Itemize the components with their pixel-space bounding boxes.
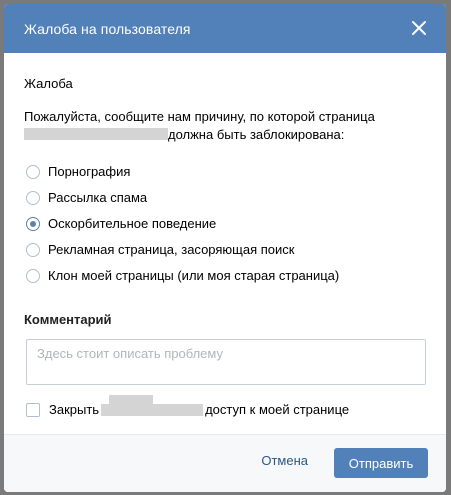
complaint-section-title: Жалоба	[24, 76, 73, 91]
radio-label: Клон моей страницы (или моя старая стран…	[48, 268, 340, 283]
close-button[interactable]	[410, 19, 428, 37]
dialog-footer: Отмена Отправить	[4, 434, 446, 492]
redacted-username	[24, 128, 168, 140]
radio-button[interactable]	[26, 164, 40, 179]
report-user-dialog: Жалоба на пользователя Жалоба Пожалуйста…	[4, 4, 446, 492]
close-access-checkbox-row[interactable]: Закрыть доступ к моей странице	[26, 394, 350, 417]
close-icon	[412, 21, 426, 35]
radio-option-advertising-page[interactable]: Рекламная страница, засоряющая поиск	[26, 242, 294, 257]
radio-button[interactable]	[26, 242, 40, 257]
radio-option-pornography[interactable]: Порнография	[26, 164, 130, 179]
cancel-button[interactable]: Отмена	[261, 453, 308, 468]
redacted-part	[101, 403, 204, 416]
close-access-checkbox[interactable]	[26, 402, 40, 417]
radio-button[interactable]	[26, 190, 40, 205]
close-access-label-before: Закрыть	[49, 402, 100, 417]
submit-button[interactable]: Отправить	[334, 448, 428, 478]
radio-option-spam[interactable]: Рассылка спама	[26, 190, 147, 205]
radio-button[interactable]	[26, 268, 40, 283]
radio-option-clone-page[interactable]: Клон моей страницы (или моя старая стран…	[26, 268, 339, 283]
radio-label: Оскорбительное поведение	[48, 216, 217, 231]
redacted-username-block	[101, 394, 204, 417]
comment-section-title: Комментарий	[24, 312, 112, 327]
comment-input[interactable]	[26, 339, 426, 385]
dialog-header: Жалоба на пользователя	[4, 4, 446, 53]
complaint-intro-text: Пожалуйста, сообщите нам причину, по кот…	[24, 108, 424, 144]
radio-label: Порнография	[48, 164, 131, 179]
close-access-label-after: доступ к моей странице	[205, 402, 350, 417]
radio-option-abusive-behavior[interactable]: Оскорбительное поведение	[26, 216, 216, 231]
radio-label: Рекламная страница, засоряющая поиск	[48, 242, 295, 257]
dialog-title: Жалоба на пользователя	[24, 20, 191, 37]
intro-text-before: Пожалуйста, сообщите нам причину, по кот…	[24, 109, 375, 124]
radio-button-checked[interactable]	[26, 216, 40, 231]
radio-label: Рассылка спама	[48, 190, 148, 205]
intro-text-after: должна быть заблокирована:	[168, 127, 345, 142]
